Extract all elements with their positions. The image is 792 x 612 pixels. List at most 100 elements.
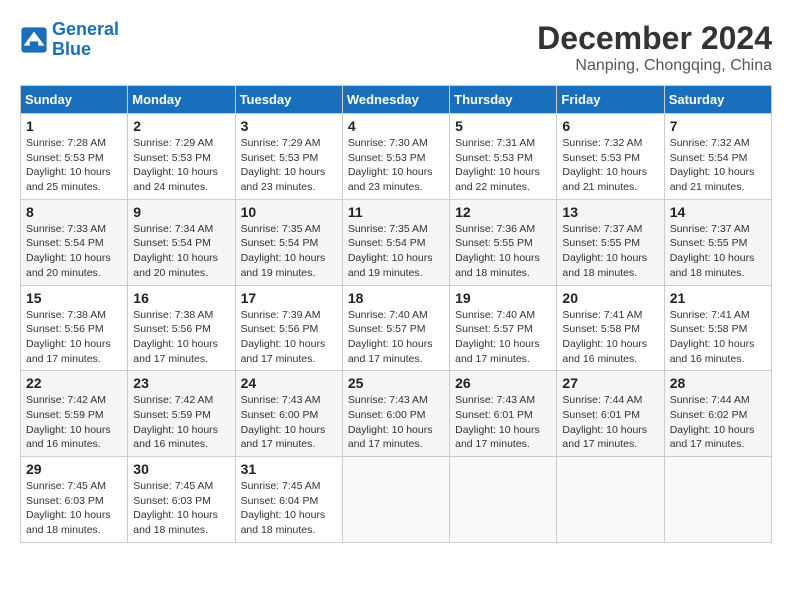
day-info: Sunrise: 7:31 AMSunset: 5:53 PMDaylight:… [455,136,551,195]
day-number: 24 [241,375,337,391]
month-title: December 2024 [537,20,772,57]
calendar-day-1: 1Sunrise: 7:28 AMSunset: 5:53 PMDaylight… [21,114,128,200]
calendar-day-10: 10 Sunrise: 7:35 AMSunset: 5:54 PMDayligh… [235,199,342,285]
header-friday: Friday [557,86,664,114]
day-number: 15 [26,290,122,306]
calendar-day-14: 14Sunrise: 7:37 AMSunset: 5:55 PMDayligh… [664,199,771,285]
calendar-day-5: 5 Sunrise: 7:31 AMSunset: 5:53 PMDaylight… [450,114,557,200]
calendar-day-7: 7Sunrise: 7:32 AMSunset: 5:54 PMDaylight… [664,114,771,200]
day-number: 2 [133,118,229,134]
location-title: Nanping, Chongqing, China [537,57,772,75]
calendar-day-17: 17Sunrise: 7:39 AMSunset: 5:56 PMDayligh… [235,285,342,371]
day-number: 11 [348,204,444,220]
calendar-header-row: SundayMondayTuesdayWednesdayThursdayFrid… [21,86,772,114]
calendar-day-16: 16Sunrise: 7:38 AMSunset: 5:56 PMDayligh… [128,285,235,371]
day-number: 16 [133,290,229,306]
day-info: Sunrise: 7:43 AMSunset: 6:00 PMDaylight:… [241,393,337,452]
calendar-day-26: 26 Sunrise: 7:43 AMSunset: 6:01 PMDayligh… [450,371,557,457]
day-info: Sunrise: 7:38 AMSunset: 5:56 PMDaylight:… [26,308,122,367]
logo-text: General Blue [52,20,119,60]
header-tuesday: Tuesday [235,86,342,114]
calendar-day-24: 24 Sunrise: 7:43 AMSunset: 6:00 PMDayligh… [235,371,342,457]
day-info: Sunrise: 7:41 AMSunset: 5:58 PMDaylight:… [562,308,658,367]
calendar-week-1: 1Sunrise: 7:28 AMSunset: 5:53 PMDaylight… [21,114,772,200]
logo-line2: Blue [52,39,91,59]
logo-icon [20,26,48,54]
day-info: Sunrise: 7:44 AMSunset: 6:01 PMDaylight:… [562,393,658,452]
calendar-day-20: 20 Sunrise: 7:41 AMSunset: 5:58 PMDayligh… [557,285,664,371]
day-info: Sunrise: 7:36 AMSunset: 5:55 PMDaylight:… [455,222,551,281]
day-number: 3 [241,118,337,134]
day-info: Sunrise: 7:45 AMSunset: 6:03 PMDaylight:… [133,479,229,538]
day-number: 12 [455,204,551,220]
calendar-day-23: 23Sunrise: 7:42 AMSunset: 5:59 PMDayligh… [128,371,235,457]
day-number: 31 [241,461,337,477]
day-info: Sunrise: 7:37 AMSunset: 5:55 PMDaylight:… [562,222,658,281]
header-thursday: Thursday [450,86,557,114]
day-info: Sunrise: 7:45 AMSunset: 6:03 PMDaylight:… [26,479,122,538]
header-saturday: Saturday [664,86,771,114]
calendar-day-15: 15 Sunrise: 7:38 AMSunset: 5:56 PMDayligh… [21,285,128,371]
day-number: 30 [133,461,229,477]
calendar-day-21: 21Sunrise: 7:41 AMSunset: 5:58 PMDayligh… [664,285,771,371]
day-number: 29 [26,461,122,477]
day-info: Sunrise: 7:35 AMSunset: 5:54 PMDaylight:… [241,222,337,281]
day-number: 5 [455,118,551,134]
day-number: 19 [455,290,551,306]
day-info: Sunrise: 7:41 AMSunset: 5:58 PMDaylight:… [670,308,766,367]
calendar-day-28: 28 Sunrise: 7:44 AMSunset: 6:02 PMDayligh… [664,371,771,457]
day-number: 20 [562,290,658,306]
calendar-day-29: 29 Sunrise: 7:45 AMSunset: 6:03 PMDayligh… [21,457,128,543]
calendar-day-6: 6 Sunrise: 7:32 AMSunset: 5:53 PMDaylight… [557,114,664,200]
calendar-week-2: 8Sunrise: 7:33 AMSunset: 5:54 PMDaylight… [21,199,772,285]
day-info: Sunrise: 7:42 AMSunset: 5:59 PMDaylight:… [133,393,229,452]
day-info: Sunrise: 7:29 AMSunset: 5:53 PMDaylight:… [133,136,229,195]
calendar-week-5: 29 Sunrise: 7:45 AMSunset: 6:03 PMDayligh… [21,457,772,543]
day-info: Sunrise: 7:32 AMSunset: 5:54 PMDaylight:… [670,136,766,195]
calendar-table: SundayMondayTuesdayWednesdayThursdayFrid… [20,85,772,543]
calendar-day-2: 2 Sunrise: 7:29 AMSunset: 5:53 PMDaylight… [128,114,235,200]
day-number: 10 [241,204,337,220]
empty-cell [342,457,449,543]
day-number: 28 [670,375,766,391]
header-monday: Monday [128,86,235,114]
day-number: 13 [562,204,658,220]
day-info: Sunrise: 7:29 AMSunset: 5:53 PMDaylight:… [241,136,337,195]
day-number: 27 [562,375,658,391]
calendar-day-9: 9 Sunrise: 7:34 AMSunset: 5:54 PMDaylight… [128,199,235,285]
calendar-day-31: 31 Sunrise: 7:45 AMSunset: 6:04 PMDayligh… [235,457,342,543]
empty-cell [450,457,557,543]
day-info: Sunrise: 7:40 AMSunset: 5:57 PMDaylight:… [455,308,551,367]
calendar-week-3: 15 Sunrise: 7:38 AMSunset: 5:56 PMDayligh… [21,285,772,371]
day-number: 22 [26,375,122,391]
empty-cell [557,457,664,543]
day-info: Sunrise: 7:44 AMSunset: 6:02 PMDaylight:… [670,393,766,452]
calendar-day-27: 27 Sunrise: 7:44 AMSunset: 6:01 PMDayligh… [557,371,664,457]
day-number: 6 [562,118,658,134]
calendar-day-30: 30 Sunrise: 7:45 AMSunset: 6:03 PMDayligh… [128,457,235,543]
day-info: Sunrise: 7:40 AMSunset: 5:57 PMDaylight:… [348,308,444,367]
calendar-day-3: 3 Sunrise: 7:29 AMSunset: 5:53 PMDaylight… [235,114,342,200]
day-number: 1 [26,118,122,134]
day-number: 26 [455,375,551,391]
empty-cell [664,457,771,543]
day-info: Sunrise: 7:43 AMSunset: 6:00 PMDaylight:… [348,393,444,452]
day-info: Sunrise: 7:32 AMSunset: 5:53 PMDaylight:… [562,136,658,195]
calendar-day-8: 8Sunrise: 7:33 AMSunset: 5:54 PMDaylight… [21,199,128,285]
day-number: 18 [348,290,444,306]
day-info: Sunrise: 7:30 AMSunset: 5:53 PMDaylight:… [348,136,444,195]
calendar-day-18: 18 Sunrise: 7:40 AMSunset: 5:57 PMDayligh… [342,285,449,371]
day-info: Sunrise: 7:45 AMSunset: 6:04 PMDaylight:… [241,479,337,538]
calendar-day-11: 11 Sunrise: 7:35 AMSunset: 5:54 PMDayligh… [342,199,449,285]
calendar-week-4: 22 Sunrise: 7:42 AMSunset: 5:59 PMDayligh… [21,371,772,457]
header-sunday: Sunday [21,86,128,114]
calendar-day-22: 22Sunrise: 7:42 AMSunset: 5:59 PMDayligh… [21,371,128,457]
day-info: Sunrise: 7:43 AMSunset: 6:01 PMDaylight:… [455,393,551,452]
day-info: Sunrise: 7:34 AMSunset: 5:54 PMDaylight:… [133,222,229,281]
logo: General Blue [20,20,119,60]
day-info: Sunrise: 7:37 AMSunset: 5:55 PMDaylight:… [670,222,766,281]
day-info: Sunrise: 7:35 AMSunset: 5:54 PMDaylight:… [348,222,444,281]
day-number: 17 [241,290,337,306]
day-number: 9 [133,204,229,220]
title-area: December 2024 Nanping, Chongqing, China [537,20,772,75]
